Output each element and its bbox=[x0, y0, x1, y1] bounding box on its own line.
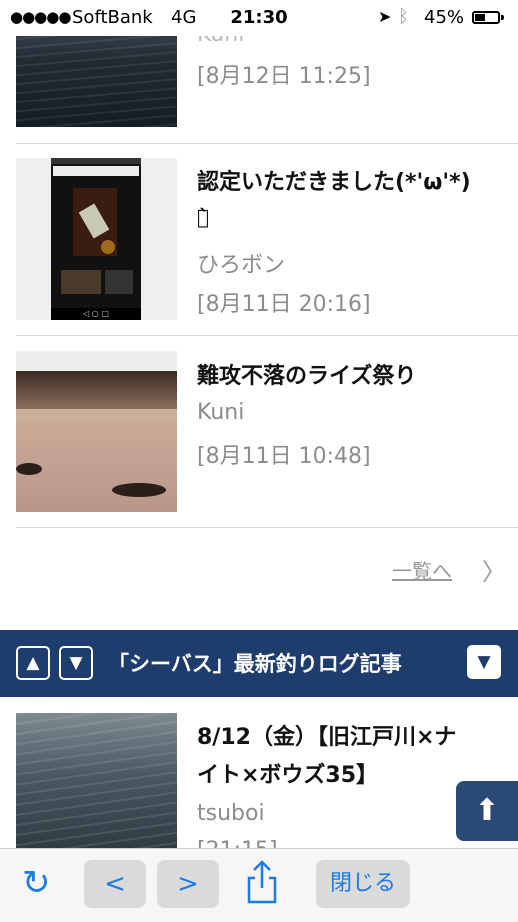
list-item[interactable]: ◁ ○ □ 認定いただきました(*'ω'*) ง̀ ひろボン [8月11日 20… bbox=[0, 144, 518, 335]
article-title-line2[interactable]: イト×ボウズ35】 bbox=[197, 759, 378, 793]
section-toggle-button[interactable]: ▼ bbox=[467, 645, 501, 679]
article-author: ひろボン bbox=[197, 253, 286, 278]
view-all-link[interactable]: 一覧へ bbox=[392, 555, 452, 584]
forward-button[interactable]: > bbox=[157, 860, 219, 908]
next-section-button[interactable]: ▼ bbox=[59, 646, 93, 680]
scroll-to-top-button[interactable]: ⬆ bbox=[456, 781, 518, 841]
previous-section-button[interactable]: ▲ bbox=[16, 646, 50, 680]
article-thumbnail[interactable] bbox=[16, 713, 177, 853]
article-title-emoji: ง̀ bbox=[197, 205, 210, 229]
article-title[interactable]: 難攻不落のライズ祭り bbox=[197, 360, 416, 394]
phone-screenshot-image: ◁ ○ □ bbox=[51, 158, 141, 320]
section-header: ▲ ▼ 「シーバス」最新釣りログ記事 ▼ bbox=[0, 630, 518, 697]
bluetooth-icon: ᛒ bbox=[398, 6, 409, 27]
article-title[interactable]: 認定いただきました(*'ω'*) bbox=[197, 166, 471, 200]
article-thumbnail[interactable] bbox=[16, 20, 177, 127]
article-author: Kuni bbox=[197, 400, 245, 425]
chevron-right-icon[interactable]: 〉 bbox=[482, 552, 506, 587]
article-title[interactable]: 8/12（金）【旧江戸川×ナ bbox=[197, 721, 456, 755]
article-thumbnail[interactable]: ◁ ○ □ bbox=[16, 158, 177, 320]
article-date: [8月11日 10:48] bbox=[197, 444, 371, 469]
close-button[interactable]: 閉じる bbox=[316, 860, 410, 908]
baby-photo-image bbox=[16, 371, 177, 512]
location-icon: ➤ bbox=[378, 7, 392, 26]
section-title: 「シーバス」最新釣りログ記事 bbox=[108, 652, 402, 676]
battery-icon bbox=[472, 11, 504, 24]
share-icon[interactable] bbox=[245, 860, 279, 904]
list-item[interactable]: 8/12（金）【旧江戸川×ナ イト×ボウズ35】 tsuboi [21:15] bbox=[0, 697, 518, 863]
article-author: tsuboi bbox=[197, 801, 265, 826]
refresh-icon[interactable]: ↻ bbox=[22, 863, 51, 903]
divider bbox=[16, 527, 518, 528]
article-date: [8月12日 11:25] bbox=[197, 64, 371, 89]
article-thumbnail[interactable] bbox=[16, 351, 177, 512]
status-bar: ●●●●● SoftBank 4G 21:30 ➤ ᛒ 45% bbox=[0, 0, 518, 36]
battery-percent: 45% bbox=[424, 7, 465, 28]
arrow-up-icon: ⬆ bbox=[474, 793, 500, 828]
article-date: [8月11日 20:16] bbox=[197, 292, 371, 317]
list-item[interactable]: 難攻不落のライズ祭り Kuni [8月11日 10:48] bbox=[0, 336, 518, 527]
bottom-toolbar: ↻ < > 閉じる bbox=[0, 848, 518, 922]
back-button[interactable]: < bbox=[84, 860, 146, 908]
